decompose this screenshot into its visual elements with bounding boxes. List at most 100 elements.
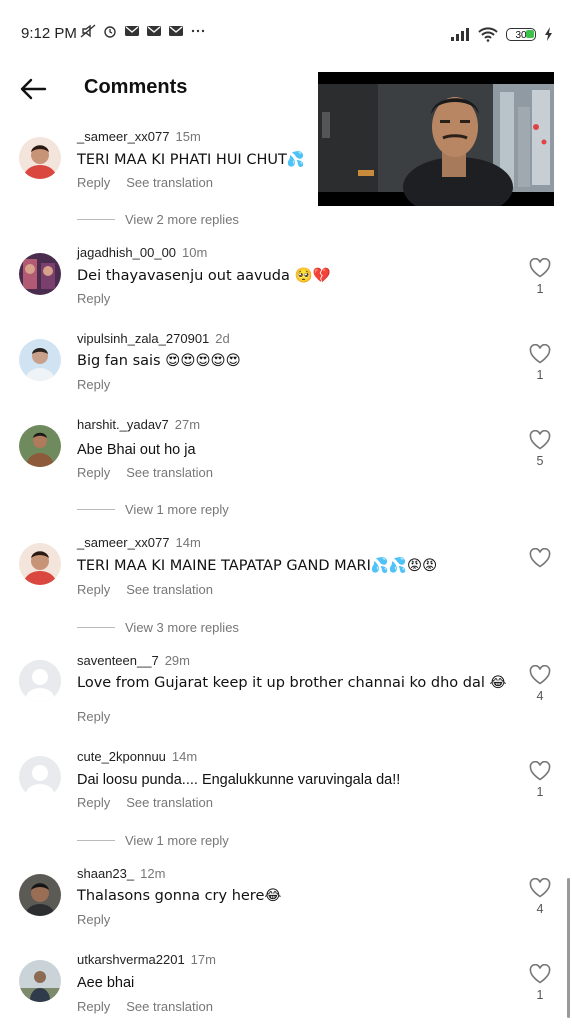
heart-icon[interactable] (529, 878, 551, 898)
like-count: 5 (536, 454, 544, 468)
comment-header: vipulsinh_zala_270901 2d (77, 331, 230, 346)
comment-item: utkarshverma2201 17m Aee bhai Reply See tr… (0, 951, 572, 1024)
signal-icon (451, 28, 469, 41)
like-count: 4 (536, 902, 544, 916)
notification-icons (80, 24, 206, 38)
comment-text: Big fan sais 😍😍😍😍😍 (77, 353, 241, 369)
avatar[interactable] (19, 660, 61, 702)
alarm-icon (104, 26, 116, 38)
comment-time: 12m (140, 866, 166, 881)
reply-button[interactable]: Reply (77, 912, 110, 927)
more-icon (191, 29, 205, 33)
like-count: 4 (536, 689, 544, 703)
comment-username[interactable]: _sameer_xx077 (77, 129, 170, 144)
comment-header: cute_2kponnuu 14m (77, 749, 197, 764)
avatar[interactable] (19, 960, 61, 1002)
comment-item: vipulsinh_zala_270901 2d Big fan sais 😍😍😍… (0, 330, 572, 410)
view-replies-label: View 2 more replies (125, 212, 239, 227)
comment-time: 27m (174, 417, 201, 432)
view-more-replies[interactable]: View 3 more replies (77, 620, 239, 635)
mail-icon (125, 26, 139, 36)
comment-username[interactable]: jagadhish_00_00 (77, 245, 176, 260)
comment-time: 14m (171, 749, 198, 764)
battery-level: 30 (515, 29, 527, 41)
view-more-replies[interactable]: View 2 more replies (77, 212, 239, 227)
heart-icon[interactable] (529, 548, 551, 568)
divider (77, 840, 115, 841)
avatar[interactable] (19, 137, 61, 179)
heart-icon[interactable] (529, 258, 551, 278)
comment-header: jagadhish_00_00 10m (77, 245, 207, 260)
divider (77, 627, 115, 628)
comment-time: 17m (190, 952, 216, 967)
back-arrow-icon[interactable] (18, 74, 48, 104)
heart-icon[interactable] (529, 430, 551, 450)
view-replies-label: View 1 more reply (125, 833, 229, 848)
reply-button[interactable]: Reply (77, 582, 110, 597)
reply-button[interactable]: Reply (77, 795, 110, 810)
comment-text: TERI MAA KI PHATI HUI CHUT💦 (77, 152, 305, 168)
reply-button[interactable]: Reply (77, 175, 110, 190)
view-more-replies[interactable]: View 1 more reply (77, 833, 229, 848)
battery-icon: 30 (506, 27, 536, 41)
comment-username[interactable]: harshit._yadav7 (77, 417, 169, 432)
see-translation-button[interactable]: See translation (126, 795, 213, 810)
divider (77, 509, 115, 510)
comment-time: 10m (182, 245, 208, 260)
comment-username[interactable]: vipulsinh_zala_270901 (77, 331, 209, 346)
mute-icon (80, 24, 96, 38)
view-more-replies[interactable]: View 1 more reply (77, 502, 229, 517)
avatar[interactable] (19, 253, 61, 295)
comment-item: jagadhish_00_00 10m Dei thayavasenju out … (0, 244, 572, 324)
like-count: 1 (536, 988, 544, 1002)
comment-time: 15m (175, 129, 201, 144)
reply-button[interactable]: Reply (77, 291, 110, 306)
comment-text: Love from Gujarat keep it up brother cha… (77, 675, 507, 691)
comment-username[interactable]: saventeen__7 (77, 653, 159, 668)
status-bar: 9:12 PM 30 (0, 0, 572, 60)
comment-username[interactable]: _sameer_xx077 (77, 535, 170, 550)
comment-text: Abe Bhai out ho ja (77, 442, 196, 458)
comment-header: shaan23_ 12m (77, 866, 165, 881)
view-replies-label: View 3 more replies (125, 620, 239, 635)
comment-time: 2d (215, 331, 230, 346)
comment-username[interactable]: shaan23_ (77, 866, 134, 881)
reply-button[interactable]: Reply (77, 999, 110, 1014)
heart-icon[interactable] (529, 665, 551, 685)
reply-button[interactable]: Reply (77, 465, 110, 480)
avatar[interactable] (19, 543, 61, 585)
comment-item: harshit._yadav7 27m Abe Bhai out ho ja Re… (0, 416, 572, 526)
comment-time: 14m (175, 535, 201, 550)
see-translation-button[interactable]: See translation (126, 999, 213, 1014)
reply-button[interactable]: Reply (77, 709, 110, 724)
comment-item: _sameer_xx077 15m TERI MAA KI PHATI HUI C… (0, 128, 572, 238)
comment-text: Dei thayavasenju out aavuda 🥺💔 (77, 268, 331, 284)
comment-text: Aee bhai (77, 975, 135, 991)
reply-button[interactable]: Reply (77, 377, 110, 392)
mail-icon (169, 26, 183, 36)
heart-icon[interactable] (529, 761, 551, 781)
comment-username[interactable]: utkarshverma2201 (77, 952, 185, 967)
comment-text: Dai loosu punda.... Engalukkunne varuvin… (77, 772, 401, 788)
comment-header: harshit._yadav7 27m (77, 417, 200, 432)
heart-icon[interactable] (529, 344, 551, 364)
scrollbar[interactable] (567, 878, 570, 1018)
heart-icon[interactable] (529, 964, 551, 984)
page-title: Comments (84, 76, 188, 98)
like-count: 1 (536, 282, 544, 296)
comment-item: saventeen__7 29m Love from Gujarat keep i… (0, 652, 572, 742)
see-translation-button[interactable]: See translation (126, 465, 213, 480)
comment-header: _sameer_xx077 14m (77, 535, 201, 550)
see-translation-button[interactable]: See translation (126, 175, 213, 190)
comment-header: saventeen__7 29m (77, 653, 190, 668)
comment-time: 29m (164, 653, 190, 668)
status-time: 9:12 PM (21, 25, 77, 42)
avatar[interactable] (19, 425, 61, 467)
avatar[interactable] (19, 874, 61, 916)
comment-text: Thalasons gonna cry here😂 (77, 888, 282, 904)
avatar[interactable] (19, 756, 61, 798)
comment-text: TERI MAA KI MAINE TAPATAP GAND MARI💦💦😡😡 (77, 558, 438, 574)
avatar[interactable] (19, 339, 61, 381)
see-translation-button[interactable]: See translation (126, 582, 213, 597)
comment-username[interactable]: cute_2kponnuu (77, 749, 166, 764)
